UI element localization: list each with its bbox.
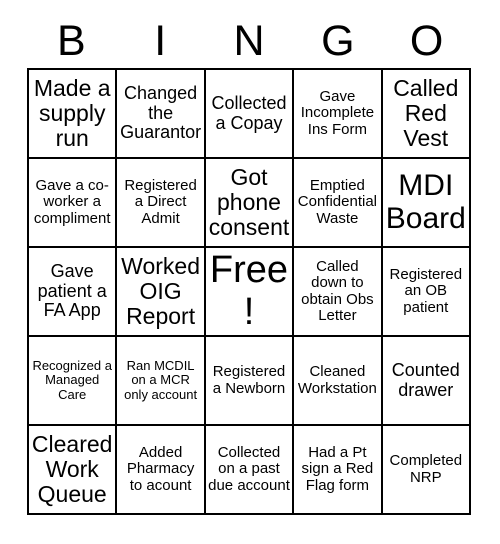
bingo-cell-r1-c4[interactable]: Gave Incomplete Ins Form [294, 70, 383, 159]
bingo-header-letter-b: B [57, 16, 86, 65]
bingo-cell-label: Cleaned Workstation [297, 363, 377, 397]
bingo-grid: Made a supply run Changed the Guarantor Co… [27, 68, 471, 515]
bingo-cell-r2-c4[interactable]: Emptied Confidential Waste [294, 159, 383, 248]
bingo-cell-r3-c4[interactable]: Called down to obtain Obs Letter [294, 248, 383, 337]
bingo-cell-label: Free! [209, 249, 289, 333]
bingo-cell-label: Gave Incomplete Ins Form [300, 88, 375, 138]
bingo-cell-r2-c5[interactable]: MDI Board [382, 159, 471, 248]
bingo-cell-label: Gave patient a FA App [37, 261, 107, 321]
bingo-cell-label: Ran MCDIL on a MCR only account [124, 358, 198, 402]
bingo-cell-label: Recognized a Managed Care [32, 358, 112, 402]
bingo-cell-r1-c3[interactable]: Collected a Copay [205, 70, 295, 159]
bingo-cell-r3-c5[interactable]: Registered an OB patient [382, 248, 471, 337]
bingo-cell-r1-c2[interactable]: Changed the Guarantor [117, 70, 206, 159]
bingo-cell-r3-c1[interactable]: Gave patient a FA App [29, 248, 118, 337]
bingo-cell-r5-c2[interactable]: Added Pharmacy to acount [117, 426, 206, 515]
bingo-cell-r4-c3[interactable]: Registered a Newborn [205, 337, 295, 426]
bingo-header: BINGO [27, 16, 471, 66]
bingo-cell-label: Collected on a past due account [208, 444, 290, 494]
bingo-header-letter-g: G [321, 16, 355, 65]
bingo-cell-r2-c1[interactable]: Gave a co-worker a compliment [29, 159, 118, 248]
bingo-cell-label: Cleared Work Queue [31, 431, 113, 507]
bingo-cell-r2-c2[interactable]: Registered a Direct Admit [117, 159, 206, 248]
bingo-cell-r4-c1[interactable]: Recognized a Managed Care [29, 337, 118, 426]
bingo-cell-label: Changed the Guarantor [120, 83, 202, 143]
bingo-cell-label: Had a Pt sign a Red Flag form [301, 444, 374, 494]
bingo-cell-label: Gave a co-worker a compliment [33, 177, 111, 227]
bingo-header-letter-i: I [154, 16, 167, 65]
bingo-header-letter-o: O [409, 16, 444, 65]
bingo-cell-label: Worked OIG Report [121, 253, 200, 329]
bingo-cell-label: Counted drawer [391, 360, 460, 400]
bingo-cell-label: Collected a Copay [211, 93, 287, 133]
bingo-cell-label: Registered a Direct Admit [124, 177, 197, 227]
bingo-cell-r3-c2[interactable]: Worked OIG Report [117, 248, 206, 337]
bingo-cell-label: Registered an OB patient [389, 266, 463, 316]
bingo-cell-r5-c1[interactable]: Cleared Work Queue [29, 426, 118, 515]
bingo-cell-label: Added Pharmacy to acount [126, 444, 195, 494]
bingo-cell-r4-c2[interactable]: Ran MCDIL on a MCR only account [117, 337, 206, 426]
bingo-cell-r2-c3[interactable]: Got phone consent [205, 159, 295, 248]
bingo-cell-r4-c4[interactable]: Cleaned Workstation [294, 337, 383, 426]
bingo-cell-r1-c1[interactable]: Made a supply run [29, 70, 118, 159]
bingo-cell-label: Made a supply run [33, 75, 111, 151]
bingo-cell-label: Registered a Newborn [212, 363, 286, 397]
bingo-header-letter-n: N [233, 16, 265, 65]
bingo-cell-free[interactable]: Free! [205, 248, 295, 337]
bingo-cell-r5-c4[interactable]: Had a Pt sign a Red Flag form [294, 426, 383, 515]
bingo-cell-label: Called down to obtain Obs Letter [301, 258, 374, 324]
bingo-cell-r4-c5[interactable]: Counted drawer [382, 337, 471, 426]
bingo-cell-label: Called Red Vest [393, 75, 459, 151]
bingo-cell-label: Emptied Confidential Waste [297, 177, 377, 227]
bingo-cell-label: Completed NRP [389, 452, 463, 486]
bingo-cell-r1-c5[interactable]: Called Red Vest [382, 70, 471, 159]
bingo-cell-label: MDI Board [385, 169, 466, 235]
bingo-cell-r5-c5[interactable]: Completed NRP [382, 426, 471, 515]
bingo-cell-label: Got phone consent [208, 164, 290, 240]
bingo-cell-r5-c3[interactable]: Collected on a past due account [205, 426, 295, 515]
bingo-card: B I N G O Made a supply run Changed the Guara… [0, 0, 500, 544]
